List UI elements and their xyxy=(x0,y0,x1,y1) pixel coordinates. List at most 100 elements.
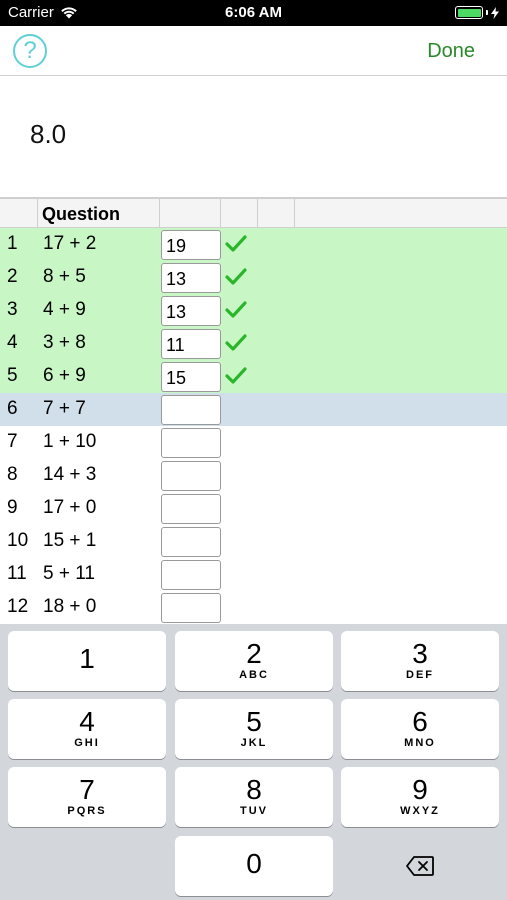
checkmark-icon xyxy=(225,367,247,384)
key-letters: JKL xyxy=(240,737,268,749)
header-answer xyxy=(160,199,221,228)
answer-field[interactable]: 13 xyxy=(161,296,221,326)
row-number: 10 xyxy=(7,530,29,551)
row-number: 5 xyxy=(7,365,18,386)
key-8[interactable]: 8 TUV xyxy=(175,767,333,827)
key-letters: PQRS xyxy=(67,805,107,817)
key-3[interactable]: 3 DEF xyxy=(341,631,499,691)
header-mark xyxy=(221,199,258,228)
table-row[interactable]: 2 8 + 5 13 xyxy=(0,261,507,294)
answer-field[interactable] xyxy=(161,461,221,491)
key-9[interactable]: 9 WXYZ xyxy=(341,767,499,827)
answer-field[interactable]: 15 xyxy=(161,362,221,392)
answer-field[interactable] xyxy=(161,593,221,623)
status-time: 6:06 AM xyxy=(225,4,282,21)
table-row[interactable]: 11 5 + 11 xyxy=(0,558,507,591)
checkmark-icon xyxy=(225,301,247,318)
battery-icon xyxy=(455,6,499,19)
score-value: 8.0 xyxy=(30,119,67,149)
table-header: Question xyxy=(0,198,507,228)
question-text: 4 + 9 xyxy=(43,299,86,320)
checkmark-icon xyxy=(225,235,247,252)
status-bar: Carrier 6:06 AM xyxy=(0,0,507,26)
row-number: 9 xyxy=(7,497,18,518)
header-question: Question xyxy=(38,199,160,228)
answer-field[interactable]: 19 xyxy=(161,230,221,260)
key-digit: 8 xyxy=(246,774,262,805)
header-rest xyxy=(295,199,507,228)
row-number: 4 xyxy=(7,332,18,353)
number-keypad: 1 2 ABC 3 DEF 4 GHI 5 JKL 6 MNO 7 PQRS 8 TUV 9 WXYZ 0 xyxy=(0,624,507,900)
table-row[interactable]: 10 15 + 1 xyxy=(0,525,507,558)
question-text: 17 + 2 xyxy=(43,233,97,254)
key-digit: 2 xyxy=(246,638,262,669)
table-row[interactable]: 3 4 + 9 13 xyxy=(0,294,507,327)
question-text: 6 + 9 xyxy=(43,365,86,386)
table-row[interactable]: 8 14 + 3 xyxy=(0,459,507,492)
table-row[interactable]: 4 3 + 8 11 xyxy=(0,327,507,360)
question-list[interactable]: 1 17 + 2 19 2 8 + 5 13 3 4 + 9 13 4 3 + 8 11 5 6 + 9 1… xyxy=(0,228,507,624)
done-button[interactable]: Done xyxy=(427,40,475,63)
checkmark-icon xyxy=(225,268,247,285)
row-number: 3 xyxy=(7,299,18,320)
answer-field[interactable] xyxy=(161,494,221,524)
question-text: 15 + 1 xyxy=(43,530,97,551)
table-row[interactable]: 6 7 + 7 xyxy=(0,393,507,426)
answer-field[interactable]: 11 xyxy=(161,329,221,359)
key-letters: WXYZ xyxy=(400,805,440,817)
table-row[interactable]: 5 6 + 9 15 xyxy=(0,360,507,393)
key-digit: 7 xyxy=(79,774,95,805)
backspace-icon xyxy=(406,856,434,876)
question-text: 8 + 5 xyxy=(43,266,86,287)
key-digit: 6 xyxy=(412,706,428,737)
key-5[interactable]: 5 JKL xyxy=(175,699,333,759)
key-letters: ABC xyxy=(239,669,269,681)
row-number: 2 xyxy=(7,266,18,287)
row-number: 6 xyxy=(7,398,18,419)
nav-bar: ? Done xyxy=(0,26,507,76)
question-text: 14 + 3 xyxy=(43,464,97,485)
key-letters: GHI xyxy=(74,737,100,749)
help-button[interactable]: ? xyxy=(13,34,47,68)
key-2[interactable]: 2 ABC xyxy=(175,631,333,691)
table-row[interactable]: 9 17 + 0 xyxy=(0,492,507,525)
key-4[interactable]: 4 GHI xyxy=(8,699,166,759)
answer-field[interactable]: 13 xyxy=(161,263,221,293)
answer-field[interactable] xyxy=(161,428,221,458)
key-digit: 9 xyxy=(412,774,428,805)
question-text: 17 + 0 xyxy=(43,497,97,518)
answer-field[interactable] xyxy=(161,527,221,557)
key-digit: 3 xyxy=(412,638,428,669)
row-number: 8 xyxy=(7,464,18,485)
table-row[interactable]: 1 17 + 2 19 xyxy=(0,228,507,261)
row-number: 12 xyxy=(7,596,29,617)
key-letters: MNO xyxy=(404,737,436,749)
key-digit: 4 xyxy=(79,706,95,737)
question-text: 7 + 7 xyxy=(43,398,86,419)
row-number: 11 xyxy=(7,563,27,584)
table-row[interactable]: 12 18 + 0 xyxy=(0,591,507,624)
row-number: 7 xyxy=(7,431,18,452)
question-text: 18 + 0 xyxy=(43,596,97,617)
key-7[interactable]: 7 PQRS xyxy=(8,767,166,827)
key-1[interactable]: 1 xyxy=(8,631,166,691)
key-digit: 0 xyxy=(246,848,262,879)
question-text: 3 + 8 xyxy=(43,332,86,353)
score-display: 8.0 xyxy=(0,77,507,198)
header-number xyxy=(0,199,38,228)
table-row[interactable]: 7 1 + 10 xyxy=(0,426,507,459)
key-digit: 5 xyxy=(246,706,262,737)
question-text: 1 + 10 xyxy=(43,431,97,452)
question-text: 5 + 11 xyxy=(43,563,95,584)
checkmark-icon xyxy=(225,334,247,351)
row-number: 1 xyxy=(7,233,18,254)
answer-field[interactable] xyxy=(161,560,221,590)
key-6[interactable]: 6 MNO xyxy=(341,699,499,759)
answer-field[interactable] xyxy=(161,395,221,425)
key-0[interactable]: 0 xyxy=(175,836,333,896)
question-circle-icon: ? xyxy=(23,37,37,64)
delete-key[interactable] xyxy=(341,836,499,896)
key-letters: DEF xyxy=(406,669,434,681)
key-letters: TUV xyxy=(240,805,268,817)
charging-bolt-icon xyxy=(491,6,499,19)
